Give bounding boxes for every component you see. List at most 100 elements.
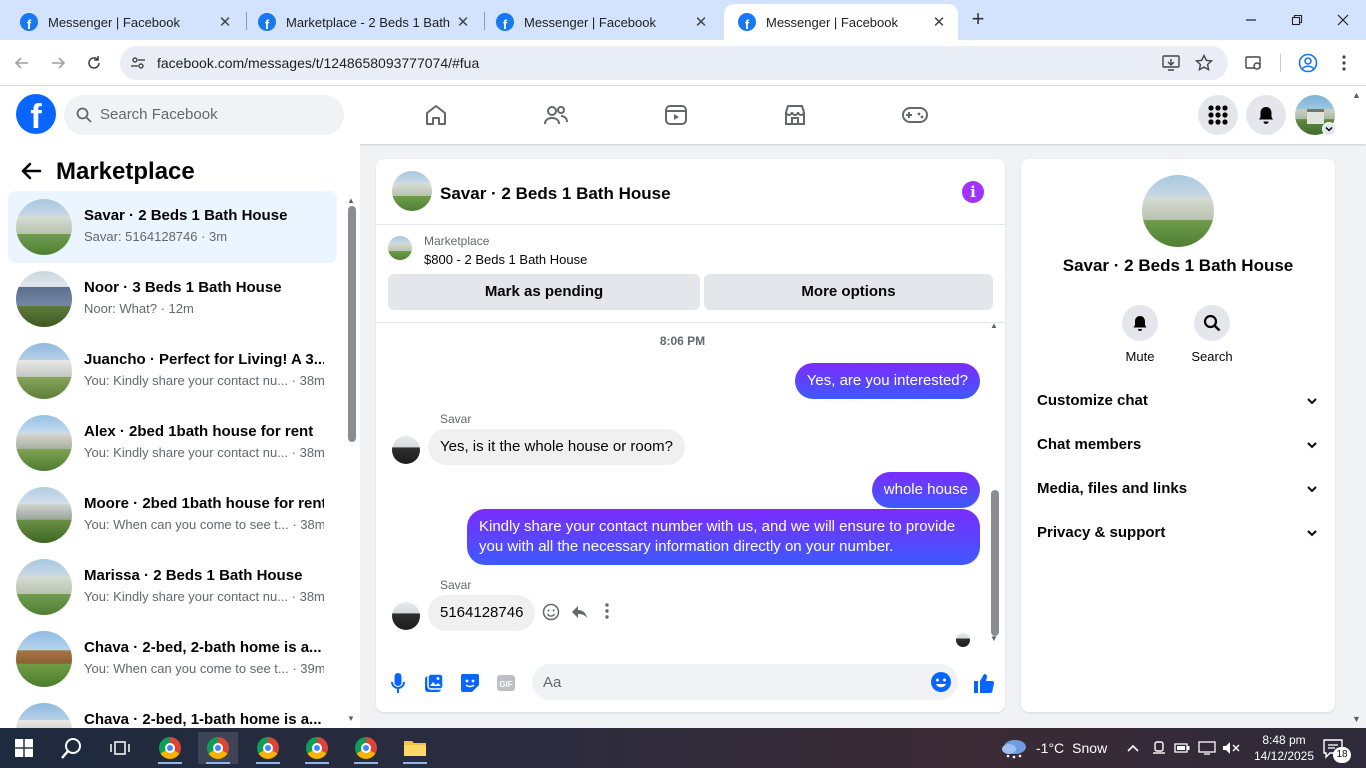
emoji-picker-icon[interactable] <box>930 671 952 693</box>
notification-center-icon[interactable]: 18 <box>1322 728 1351 768</box>
tab-search-icon[interactable] <box>1240 49 1268 77</box>
browser-menu-icon[interactable] <box>1330 49 1358 77</box>
message-input[interactable]: Aa <box>532 664 958 700</box>
chat-scrollbar[interactable]: ▲ ▼ <box>990 321 999 643</box>
sender-avatar[interactable] <box>392 602 420 630</box>
start-windows-icon[interactable] <box>4 732 44 764</box>
reply-icon[interactable] <box>570 603 588 621</box>
search-facebook-input[interactable]: Search Facebook <box>64 95 344 135</box>
chrome-taskbar-icon[interactable] <box>346 732 386 764</box>
scroll-up-arrow-icon[interactable]: ▲ <box>347 196 355 205</box>
browser-tab-1[interactable]: f Messenger | Facebook ✕ <box>6 4 244 40</box>
facebook-logo-icon[interactable]: f <box>16 94 56 134</box>
close-window-icon[interactable] <box>1320 6 1366 34</box>
scroll-down-arrow-icon[interactable]: ▼ <box>990 634 998 643</box>
outgoing-message[interactable]: Yes, are you interested? <box>794 363 980 399</box>
marketplace-icon[interactable] <box>775 98 815 132</box>
account-chevron-down-icon[interactable] <box>1322 122 1336 136</box>
listing-price[interactable]: $800 - 2 Beds 1 Bath House <box>424 252 587 267</box>
seen-receipt-avatar <box>956 633 970 647</box>
minimize-icon[interactable] <box>1228 6 1274 34</box>
site-settings-icon[interactable] <box>130 55 146 71</box>
conversation-item[interactable]: Juancho · Perfect for Living! A 3... You… <box>8 335 337 407</box>
info-icon[interactable]: i <box>962 181 984 203</box>
listing-thumbnail[interactable] <box>388 236 412 260</box>
react-emoji-icon[interactable] <box>542 603 560 621</box>
mute-button[interactable]: Mute <box>1110 305 1170 364</box>
meet-now-icon[interactable] <box>1152 728 1166 768</box>
conversation-item[interactable]: Chava · 2-bed, 1-bath home is a... <box>8 695 337 728</box>
privacy-support-section[interactable]: Privacy & support <box>1037 524 1319 548</box>
mark-as-pending-button[interactable]: Mark as pending <box>388 274 700 310</box>
gif-icon[interactable]: GIF <box>492 669 520 697</box>
search-in-conversation-button[interactable]: Search <box>1182 305 1242 364</box>
home-icon[interactable] <box>416 98 456 132</box>
close-tab-icon[interactable]: ✕ <box>454 13 472 31</box>
restore-icon[interactable] <box>1274 6 1320 34</box>
more-options-button[interactable]: More options <box>704 274 993 310</box>
network-icon[interactable] <box>1198 728 1216 768</box>
page-scroll-up-arrow-icon[interactable]: ▲ <box>1352 90 1364 100</box>
chrome-taskbar-icon[interactable] <box>150 732 190 764</box>
page-scroll-down-arrow-icon[interactable]: ▼ <box>1352 714 1364 724</box>
notifications-bell-icon[interactable] <box>1246 95 1286 135</box>
menu-grid-icon[interactable] <box>1198 95 1238 135</box>
close-tab-icon[interactable]: ✕ <box>692 13 710 31</box>
gaming-icon[interactable] <box>895 98 935 132</box>
voice-clip-icon[interactable] <box>384 669 412 697</box>
volume-muted-icon[interactable] <box>1222 728 1240 768</box>
close-tab-icon[interactable]: ✕ <box>930 13 948 31</box>
bookmark-star-icon[interactable] <box>1195 54 1213 72</box>
browser-tab-2[interactable]: f Marketplace - 2 Beds 1 Bath Ho ✕ <box>244 4 482 40</box>
battery-icon[interactable] <box>1174 728 1190 768</box>
sticker-icon[interactable] <box>456 669 484 697</box>
chrome-taskbar-icon[interactable] <box>297 732 337 764</box>
media-files-links-section[interactable]: Media, files and links <box>1037 480 1319 504</box>
file-explorer-folder-icon[interactable] <box>395 732 435 764</box>
scrollbar-thumb[interactable] <box>348 206 356 442</box>
reload-icon[interactable] <box>80 49 108 77</box>
attach-photo-icon[interactable] <box>420 669 448 697</box>
outgoing-message[interactable]: Kindly share your contact number with us… <box>467 509 980 565</box>
conversation-item[interactable]: Moore · 2bed 1bath house for rent You: W… <box>8 479 337 551</box>
incoming-message[interactable]: Yes, is it the whole house or room? <box>428 429 685 465</box>
friends-icon[interactable] <box>536 98 576 132</box>
profile-icon[interactable] <box>1294 49 1322 77</box>
forward-arrow-icon[interactable] <box>44 49 72 77</box>
task-view-icon[interactable] <box>100 732 140 764</box>
more-actions-icon[interactable] <box>605 603 609 619</box>
conversation-item[interactable]: Chava · 2-bed, 2-bath home is a... You: … <box>8 623 337 695</box>
video-icon[interactable] <box>656 98 696 132</box>
sender-avatar[interactable] <box>392 436 420 464</box>
conversation-preview: You: Kindly share your contact nu... · 3… <box>84 373 324 388</box>
weather-widget[interactable]: -1°C Snow <box>1000 728 1107 768</box>
incoming-message[interactable]: 5164128746 <box>428 595 536 631</box>
chat-members-section[interactable]: Chat members <box>1037 436 1319 460</box>
conversation-item[interactable]: Alex · 2bed 1bath house for rent You: Ki… <box>8 407 337 479</box>
conversation-item[interactable]: Marissa · 2 Beds 1 Bath House You: Kindl… <box>8 551 337 623</box>
install-app-icon[interactable] <box>1162 54 1180 72</box>
scroll-down-arrow-icon[interactable]: ▼ <box>347 714 355 723</box>
show-hidden-icons-chevron-up-icon[interactable] <box>1126 728 1140 768</box>
chat-avatar[interactable] <box>392 171 432 211</box>
conversation-item[interactable]: Noor · 3 Beds 1 Bath House Noor: What? ·… <box>8 263 337 335</box>
listing-avatar[interactable] <box>1142 175 1214 247</box>
new-tab-icon[interactable]: + <box>966 8 990 32</box>
address-bar[interactable]: facebook.com/messages/t/1248658093777074… <box>120 46 1228 80</box>
browser-tab-3[interactable]: f Messenger | Facebook ✕ <box>482 4 720 40</box>
customize-chat-section[interactable]: Customize chat <box>1037 392 1319 416</box>
search-icon[interactable] <box>52 732 92 764</box>
chrome-taskbar-icon[interactable] <box>198 732 238 764</box>
outgoing-message[interactable]: whole house <box>871 472 980 508</box>
scrollbar-thumb[interactable] <box>991 490 999 636</box>
back-arrow-icon[interactable] <box>8 49 36 77</box>
back-arrow-icon[interactable] <box>20 160 44 184</box>
scroll-up-arrow-icon[interactable]: ▲ <box>990 321 998 330</box>
browser-tab-4-active[interactable]: f Messenger | Facebook ✕ <box>724 4 958 40</box>
close-tab-icon[interactable]: ✕ <box>216 13 234 31</box>
chrome-taskbar-icon[interactable] <box>248 732 288 764</box>
thumbs-up-icon[interactable] <box>970 669 998 697</box>
clock[interactable]: 8:48 pm 14/12/2025 <box>1254 728 1314 768</box>
conversation-item[interactable]: Savar · 2 Beds 1 Bath House Savar: 51641… <box>8 191 337 263</box>
chat-title[interactable]: Savar · 2 Beds 1 Bath House <box>440 184 671 204</box>
